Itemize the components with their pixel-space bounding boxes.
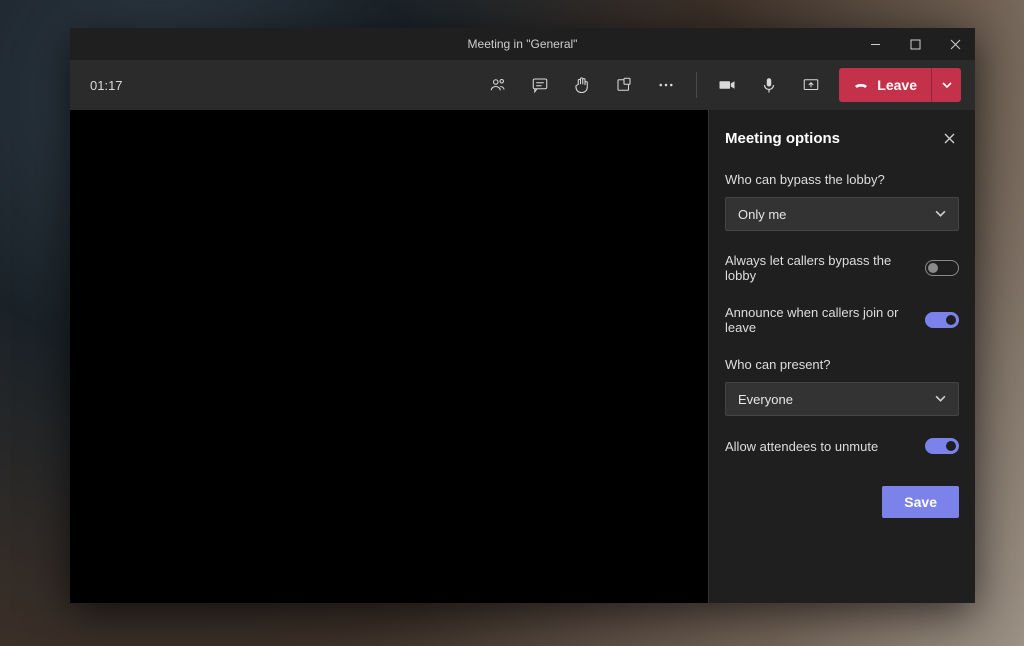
toolbar-icon-group-left [478,65,686,105]
call-timer: 01:17 [90,78,123,93]
callers-bypass-row: Always let callers bypass the lobby [725,253,959,283]
save-row: Save [725,486,959,518]
close-panel-button[interactable] [939,128,959,148]
people-icon[interactable] [478,65,518,105]
more-icon[interactable] [646,65,686,105]
leave-label: Leave [877,77,917,93]
save-button[interactable]: Save [882,486,959,518]
window-title: Meeting in "General" [468,37,578,51]
toolbar-icon-group-right [707,65,831,105]
video-stage [70,110,708,603]
toolbar-separator [696,72,697,98]
chat-icon[interactable] [520,65,560,105]
present-dropdown[interactable]: Everyone [725,382,959,416]
meeting-options-panel: Meeting options Who can bypass the lobby… [708,110,975,603]
unmute-toggle[interactable] [925,438,959,454]
leave-button-group: Leave [839,68,961,102]
maximize-button[interactable] [895,28,935,60]
announce-row: Announce when callers join or leave [725,305,959,335]
leave-caret-button[interactable] [931,68,961,102]
microphone-icon[interactable] [749,65,789,105]
breakout-rooms-icon[interactable] [604,65,644,105]
raise-hand-icon[interactable] [562,65,602,105]
meeting-window: Meeting in "General" 01:17 [70,28,975,603]
leave-button[interactable]: Leave [839,68,931,102]
camera-icon[interactable] [707,65,747,105]
minimize-button[interactable] [855,28,895,60]
titlebar: Meeting in "General" [70,28,975,60]
chevron-down-icon [935,207,946,222]
unmute-row: Allow attendees to unmute [725,438,959,454]
chevron-down-icon [935,392,946,407]
window-controls [855,28,975,60]
callers-bypass-label: Always let callers bypass the lobby [725,253,913,283]
bypass-lobby-dropdown[interactable]: Only me [725,197,959,231]
panel-title: Meeting options [725,130,840,147]
announce-label: Announce when callers join or leave [725,305,913,335]
announce-toggle[interactable] [925,312,959,328]
bypass-lobby-value: Only me [738,207,786,222]
present-label: Who can present? [725,357,959,372]
close-window-button[interactable] [935,28,975,60]
share-screen-icon[interactable] [791,65,831,105]
unmute-label: Allow attendees to unmute [725,439,913,454]
present-value: Everyone [738,392,793,407]
body-area: Meeting options Who can bypass the lobby… [70,110,975,603]
callers-bypass-toggle[interactable] [925,260,959,276]
meeting-toolbar: 01:17 [70,60,975,110]
hangup-icon [853,76,869,95]
bypass-lobby-label: Who can bypass the lobby? [725,172,959,187]
panel-header: Meeting options [725,128,959,148]
